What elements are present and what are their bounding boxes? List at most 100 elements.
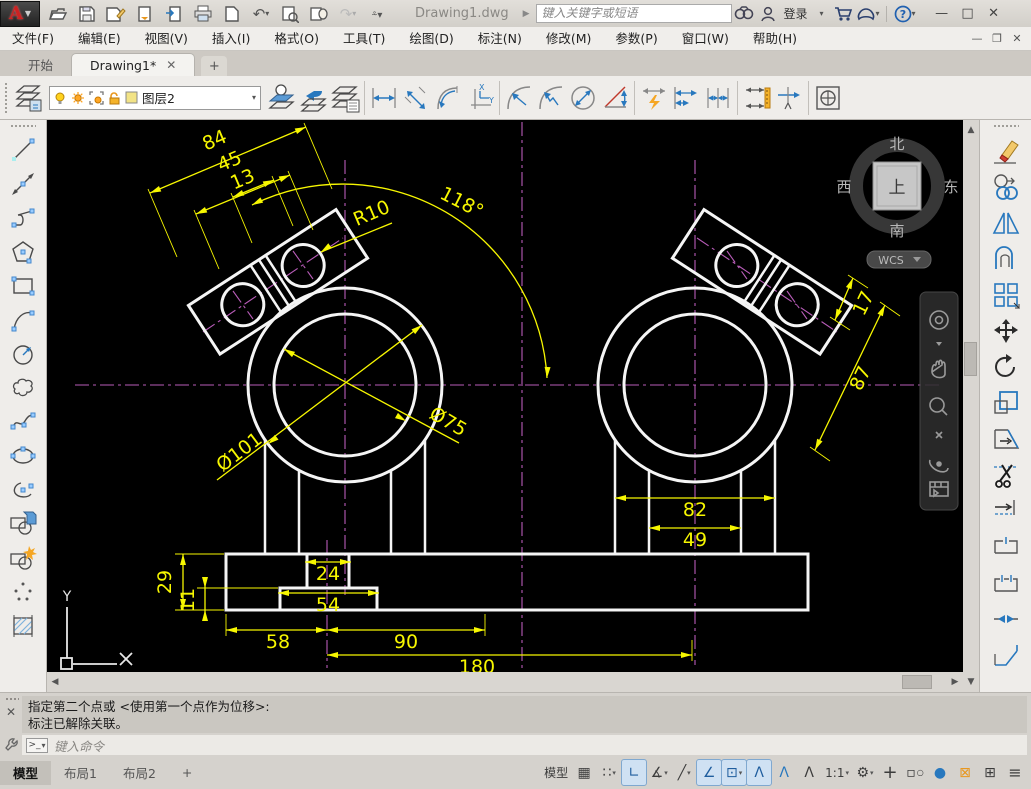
dim-space-icon[interactable] bbox=[741, 80, 773, 116]
center-mark-icon[interactable] bbox=[812, 80, 844, 116]
command-prompt-icon[interactable]: >_▾ bbox=[26, 738, 48, 753]
publish-button[interactable] bbox=[307, 3, 331, 25]
scroll-down-icon[interactable]: ▼ bbox=[963, 674, 979, 690]
mirror-tool[interactable] bbox=[987, 205, 1025, 240]
dim-angular-icon[interactable] bbox=[599, 80, 631, 116]
save-as-button[interactable] bbox=[104, 3, 128, 25]
menu-tools[interactable]: 工具(T) bbox=[331, 27, 397, 50]
layer-thaw-icon[interactable] bbox=[71, 91, 85, 105]
tab-layout1[interactable]: 布局1 bbox=[51, 761, 110, 785]
isolate-objects-toggle[interactable]: ▫○ bbox=[903, 760, 927, 785]
chevron-down-icon[interactable]: ▾ bbox=[912, 9, 916, 18]
menu-window[interactable]: 窗口(W) bbox=[670, 27, 741, 50]
arc-tool[interactable] bbox=[4, 303, 42, 336]
doc-restore-button[interactable]: ❐ bbox=[987, 30, 1007, 48]
undo-button[interactable]: ↶▾ bbox=[249, 3, 273, 25]
hardware-acceleration-toggle[interactable]: ● bbox=[928, 760, 952, 785]
layer-on-icon[interactable] bbox=[54, 91, 67, 105]
model-space-toggle[interactable]: 模型 bbox=[541, 760, 571, 785]
command-close-icon[interactable]: ✕ bbox=[6, 705, 16, 719]
dim-aligned-icon[interactable] bbox=[400, 80, 432, 116]
left-bracket[interactable] bbox=[188, 210, 367, 354]
rectangle-tool[interactable] bbox=[4, 269, 42, 302]
polar-tracking-toggle[interactable]: ∡▾ bbox=[647, 760, 671, 785]
offset-tool[interactable] bbox=[987, 241, 1025, 276]
snap-toggle[interactable]: ∷▾ bbox=[597, 760, 621, 785]
chevron-down-icon[interactable]: ▾ bbox=[687, 769, 691, 777]
new-sheet-button[interactable] bbox=[220, 3, 244, 25]
menu-format[interactable]: 格式(O) bbox=[262, 27, 331, 50]
chamfer-tool[interactable] bbox=[987, 637, 1025, 672]
break-tool[interactable] bbox=[987, 565, 1025, 600]
menu-edit[interactable]: 编辑(E) bbox=[66, 27, 133, 50]
annotation-autoscale-toggle[interactable]: Λ bbox=[772, 760, 796, 785]
save-button[interactable] bbox=[75, 3, 99, 25]
menu-help[interactable]: 帮助(H) bbox=[741, 27, 809, 50]
ellipse-arc-tool[interactable] bbox=[4, 473, 42, 506]
dim-arc-length-icon[interactable] bbox=[432, 80, 464, 116]
dim-diameter-icon[interactable] bbox=[567, 80, 599, 116]
tab-close-icon[interactable]: ✕ bbox=[166, 58, 176, 72]
viewcube-top-label[interactable]: 上 bbox=[889, 178, 906, 198]
chevron-down-icon[interactable]: ▾ bbox=[845, 769, 849, 777]
redo-button[interactable]: ↷▾ bbox=[336, 3, 360, 25]
scroll-right-icon[interactable]: ▶ bbox=[947, 674, 963, 690]
navigation-bar[interactable] bbox=[920, 292, 958, 510]
a360-icon[interactable]: ▾ bbox=[856, 3, 880, 25]
chevron-down-icon[interactable]: ▾ bbox=[664, 769, 668, 777]
spline-tool[interactable] bbox=[4, 405, 42, 438]
tab-drawing1[interactable]: Drawing1* ✕ bbox=[71, 53, 195, 76]
new-layout-button[interactable]: + bbox=[169, 761, 205, 785]
search-icon[interactable] bbox=[732, 3, 756, 25]
search-expand-arrow[interactable]: ▶ bbox=[523, 9, 530, 19]
tab-start[interactable]: 开始 bbox=[10, 53, 71, 76]
annotation-scale-icon[interactable]: Λ bbox=[797, 760, 821, 785]
annotation-monitor-toggle[interactable]: + bbox=[878, 760, 902, 785]
grid-toggle[interactable]: ▦ bbox=[572, 760, 596, 785]
search-input[interactable]: 键入关键字或短语 bbox=[536, 4, 732, 23]
isodraft-toggle[interactable]: ╱▾ bbox=[672, 760, 696, 785]
workspace-gear-icon[interactable]: ⚙▾ bbox=[853, 760, 877, 785]
menu-modify[interactable]: 修改(M) bbox=[534, 27, 604, 50]
menu-draw[interactable]: 绘图(D) bbox=[397, 27, 465, 50]
make-object-layer-current-icon[interactable] bbox=[265, 80, 297, 116]
chevron-down-icon[interactable]: ▾ bbox=[612, 769, 616, 777]
dim-continue-icon[interactable] bbox=[702, 80, 734, 116]
maximize-button[interactable]: □ bbox=[955, 4, 981, 24]
quick-dimension-icon[interactable] bbox=[638, 80, 670, 116]
construction-line-tool[interactable] bbox=[4, 167, 42, 200]
doc-minimize-button[interactable]: — bbox=[967, 30, 987, 48]
toolbar-grip[interactable] bbox=[4, 82, 9, 114]
performance-icon[interactable]: ⊠ bbox=[953, 760, 977, 785]
vertical-scrollbar[interactable]: ▲ ▼ bbox=[963, 120, 979, 692]
array-tool[interactable] bbox=[987, 277, 1025, 312]
menu-insert[interactable]: 插入(I) bbox=[200, 27, 262, 50]
viewcube-north-label[interactable]: 北 bbox=[889, 135, 904, 153]
new-tab-button[interactable]: + bbox=[201, 56, 227, 76]
help-icon[interactable]: ?▾ bbox=[893, 3, 917, 25]
rotate-tool[interactable] bbox=[987, 349, 1025, 384]
command-input-placeholder[interactable]: 键入命令 bbox=[54, 736, 104, 755]
plot-preview-button[interactable] bbox=[278, 3, 302, 25]
erase-tool[interactable] bbox=[987, 133, 1025, 168]
tab-model[interactable]: 模型 bbox=[0, 761, 51, 785]
menu-file[interactable]: 文件(F) bbox=[0, 27, 66, 50]
dim-linear-icon[interactable] bbox=[368, 80, 400, 116]
move-tool[interactable] bbox=[987, 313, 1025, 348]
vscroll-thumb[interactable] bbox=[964, 342, 977, 376]
viewcube-west-label[interactable]: 西 bbox=[836, 178, 851, 196]
horizontal-scrollbar[interactable]: ◀ ▶ bbox=[47, 672, 963, 692]
join-tool[interactable] bbox=[987, 601, 1025, 636]
layer-panel-icon[interactable] bbox=[13, 80, 45, 116]
command-grip[interactable] bbox=[5, 697, 19, 702]
viewcube-south-label[interactable]: 南 bbox=[889, 222, 904, 240]
drawing-canvas[interactable]: Y bbox=[47, 120, 963, 672]
minimize-button[interactable]: — bbox=[929, 4, 955, 24]
customize-wrench-icon[interactable] bbox=[5, 737, 19, 751]
part-geometry[interactable] bbox=[188, 210, 851, 610]
polygon-tool[interactable] bbox=[4, 235, 42, 268]
revision-cloud-tool[interactable] bbox=[4, 371, 42, 404]
print-button[interactable] bbox=[191, 3, 215, 25]
point-tool[interactable] bbox=[4, 575, 42, 608]
scroll-up-icon[interactable]: ▲ bbox=[963, 122, 979, 138]
